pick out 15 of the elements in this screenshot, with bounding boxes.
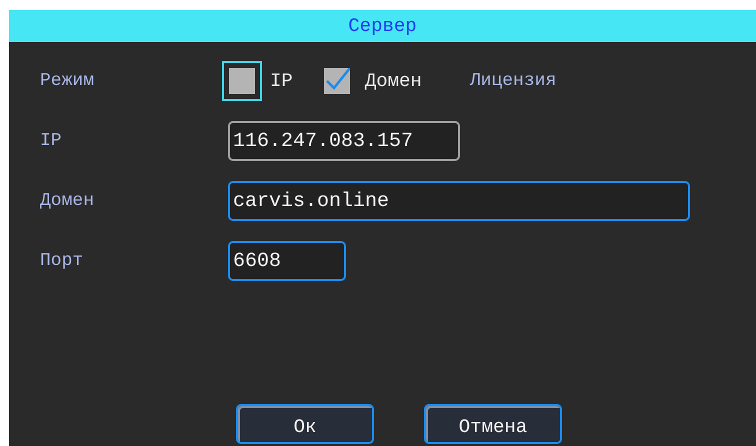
field-label: Домен xyxy=(40,191,94,211)
checkmark-icon xyxy=(324,68,350,90)
checkbox[interactable] xyxy=(324,68,350,94)
field-label: IP xyxy=(40,131,62,151)
option-label: Домен xyxy=(364,70,422,92)
window-title: Сервер xyxy=(348,15,417,37)
field-label: Порт xyxy=(40,251,84,271)
checkbox[interactable] xyxy=(229,68,255,94)
field-label: Режим xyxy=(40,71,94,91)
cancel-button[interactable]: Отмена xyxy=(424,404,562,444)
input-field[interactable]: 6608 xyxy=(228,241,346,281)
license-label[interactable]: Лицензия xyxy=(470,71,556,91)
ok-button[interactable]: Ок xyxy=(236,404,374,444)
option-label: IP xyxy=(270,70,293,92)
input-field[interactable]: carvis.online xyxy=(228,181,690,221)
